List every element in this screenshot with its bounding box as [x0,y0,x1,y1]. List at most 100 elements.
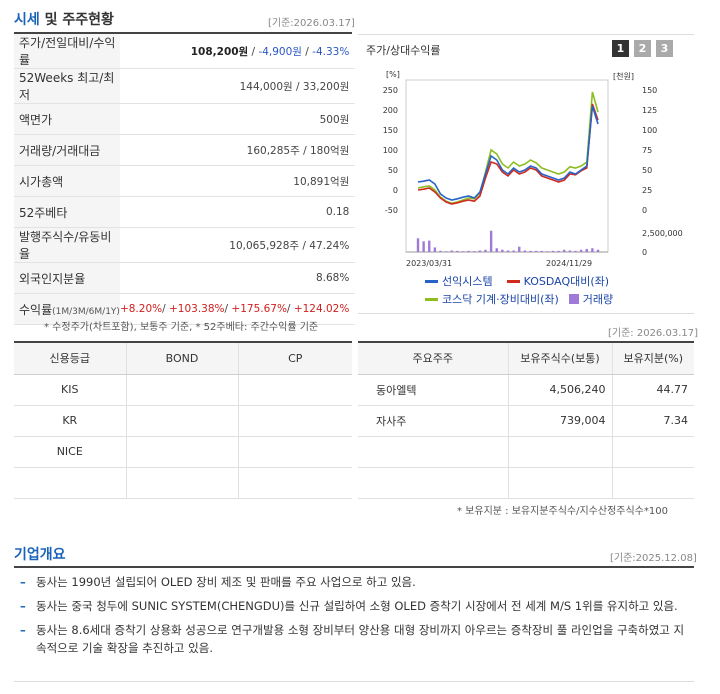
volume-bar [551,250,555,252]
table-cell [237,405,352,437]
left-tick-label: 250 [383,86,398,95]
table-row: 주가/전일대비/수익률 108,200원 / -4,900원 / -4.33% [14,34,356,69]
row-value: 500원 [119,103,356,135]
holder-shares [507,436,612,468]
table-row: 52Weeks 최고/최저 144,000원 / 33,200원 [14,68,356,104]
series-line [417,103,599,205]
overview-text: 동사는 8.6세대 증착기 상용화 성공으로 연구개발용 소형 장비부터 양산용… [36,623,685,655]
left-tick-label: 150 [383,126,398,135]
price-footnote: * 수정주가(차트포함), 보통주 기준, * 52주베타: 주간수익률 기준 [44,322,319,333]
left-axis-unit: [%] [386,70,400,79]
column-header: 주요주주 [358,343,508,375]
chart-tab-2[interactable]: 2 [634,40,651,57]
table-header-row: 신용등급 BOND CP [14,343,352,375]
table-cell [125,405,238,437]
table-row: 외국인지분율 8.68% [14,262,356,294]
major-holders-table: 주요주주 보유주식수(보통) 보유지분(%) 동아엘텍 4,506,240 44… [358,343,694,499]
column-header: 신용등급 [14,343,126,375]
table-row: 52주베타 0.18 [14,196,356,228]
holder-name [358,467,508,499]
legend-label: 코스닥 기계·장비대비(좌) [442,293,559,306]
return-1m: +8.20% [119,303,163,315]
row-label: 52주베타 [14,196,120,228]
sep: / [286,303,294,315]
series-line [417,105,599,201]
volume-bar [456,250,459,252]
table-cell [125,436,238,468]
volume-zero-label: 0 [642,248,647,257]
table-row: KIS [14,374,352,406]
volume-bar [563,249,566,252]
overview-bottom-border [14,681,694,682]
table-cell: KIS [14,374,126,406]
price-change-pct: -4.33% [312,45,350,58]
table-row: 동아엘텍 4,506,240 44.77 [358,374,694,406]
volume-bar [433,247,437,252]
series-line [417,91,599,205]
right-tick-label: 100 [642,126,657,135]
table-cell [237,374,352,406]
return-6m: +175.67% [231,303,287,315]
volume-bar [489,230,493,252]
returns-label-sub: (1M/3M/6M/1Y) [52,306,120,317]
volume-bar [461,251,465,252]
table-cell: NICE [14,436,126,468]
left-tick-label: 0 [393,186,398,195]
volume-bar [428,240,431,252]
sep: / [301,45,313,58]
title-blue: 시세 [14,12,40,28]
right-tick-label: 150 [642,86,657,95]
table-row: NICE [14,436,352,468]
current-price: 108,200원 [190,45,249,58]
overview-item: – 동사는 1990년 설립되어 OLED 장비 제조 및 판매를 주요 사업으로… [14,573,694,591]
price-info-table: 주가/전일대비/수익률 108,200원 / -4,900원 / -4.33% … [14,34,356,325]
volume-bar [557,250,560,252]
plot-frame [405,79,609,253]
chart-tab-3[interactable]: 3 [656,40,673,57]
holder-shares [507,467,612,499]
right-tick-label: 50 [642,166,652,175]
holder-pct [611,467,694,499]
volume-bar [506,250,510,252]
row-label: 발행주식수/유동비율 [14,227,120,263]
volume-bar [512,250,515,252]
table-row: KR [14,405,352,437]
overview-text: 동사는 중국 청두에 SUNIC SYSTEM(CHENGDU)를 신규 설립하… [36,599,678,613]
volume-bar [596,249,600,252]
table-row: 자사주 739,004 7.34 [358,405,694,437]
holder-shares: 739,004 [507,405,612,437]
table-cell [14,467,126,499]
sep: / [248,45,259,58]
volume-bar [450,250,453,252]
volume-bar [495,248,498,252]
table-cell [125,467,238,499]
overview-ref-date: [기준:2025.12.08] [610,553,697,564]
chart-tab-1[interactable]: 1 [612,40,629,57]
table-row: 액면가 500원 [14,103,356,135]
price-change: -4,900원 [258,45,302,58]
holder-shares: 4,506,240 [507,374,612,406]
holder-name [358,436,508,468]
row-label: 주가/전일대비/수익률 [14,34,120,69]
table-cell: KR [14,405,126,437]
legend-swatch [425,279,438,283]
price-section-title: 시세 및 주주현황 [14,9,114,29]
volume-bar [467,250,470,252]
row-value: 160,285주 / 180억원 [119,134,356,166]
holder-name: 자사주 [358,405,508,437]
volume-bar [473,251,476,252]
volume-bar [568,250,572,252]
table-row [14,467,352,499]
column-header: CP [237,343,352,375]
row-label: 거래량/거래대금 [14,134,120,166]
chart-tabs: 123 [607,40,673,57]
overview-item: – 동사는 8.6세대 증착기 상용화 성공으로 연구개발용 소형 장비부터 양산… [14,621,694,657]
table-row: 시가총액 10,891억원 [14,165,356,197]
holders-ref-date: [기준: 2026.03.17] [608,328,699,339]
volume-bar [484,249,487,252]
table-row: 거래량/거래대금 160,285주 / 180억원 [14,134,356,166]
left-tick-label: 50 [388,166,398,175]
column-header: 보유지분(%) [611,343,694,375]
volume-bar [540,250,543,252]
volume-max-label: 2,500,000 [642,229,683,238]
